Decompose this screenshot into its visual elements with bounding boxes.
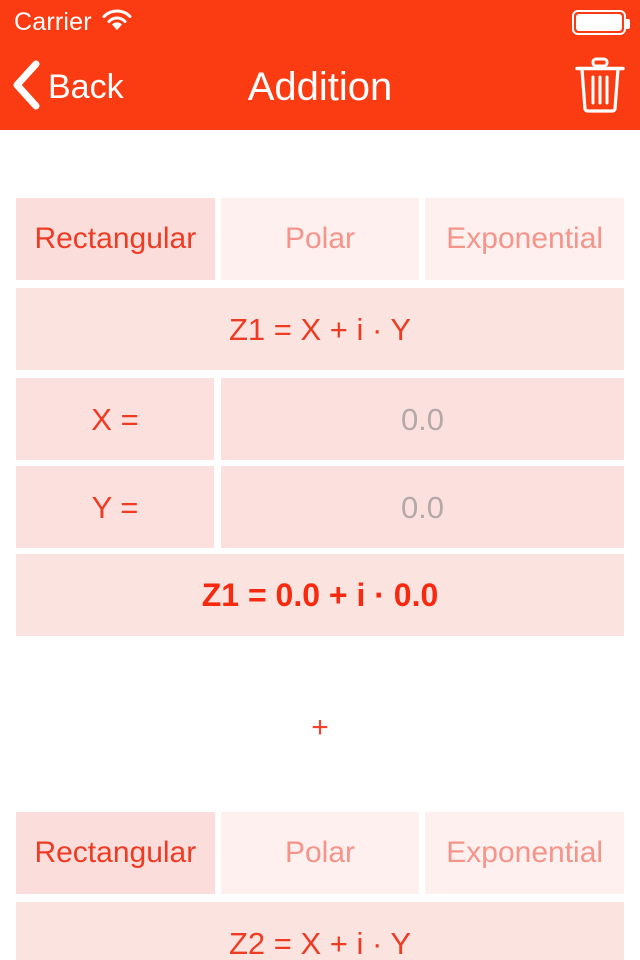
wifi-icon: [102, 9, 132, 36]
operand1-field-y-row: Y = 0.0: [16, 466, 624, 548]
status-bar: Carrier: [0, 0, 640, 44]
delete-button[interactable]: [574, 44, 626, 130]
operand1-segment-exponential[interactable]: Exponential: [425, 198, 625, 280]
operand1-y-placeholder: 0.0: [400, 489, 445, 525]
carrier-label: Carrier: [14, 7, 92, 36]
operand1-y-label: Y =: [16, 466, 214, 548]
operand1-x-placeholder: 0.0: [400, 401, 445, 437]
operand1-segment-rectangular[interactable]: Rectangular: [16, 198, 215, 280]
navigation-bar: Back Addition: [0, 44, 640, 130]
operand2-segment-exponential[interactable]: Exponential: [425, 812, 625, 894]
battery-fill: [576, 13, 622, 31]
operand1-y-input[interactable]: 0.0: [221, 466, 624, 548]
operand2-format-segmented-control[interactable]: Rectangular Polar Exponential: [16, 812, 625, 894]
operand1-format-segmented-control[interactable]: Rectangular Polar Exponential: [16, 198, 625, 280]
operand1-segment-polar[interactable]: Polar: [220, 198, 420, 280]
battery-icon: [572, 9, 630, 35]
operand1-field-x-row: X = 0.0: [16, 378, 624, 460]
page-title: Addition: [247, 65, 393, 109]
app-screen: Carrier Back Addition Rectangular Polar …: [0, 0, 640, 960]
battery-nub: [626, 18, 630, 29]
operand2-segment-polar[interactable]: Polar: [220, 812, 420, 894]
operand1-result: Z1 = 0.0 + i · 0.0: [16, 554, 624, 636]
trash-icon: [574, 56, 626, 119]
operand1-x-input[interactable]: 0.0: [221, 378, 624, 460]
content-area: Rectangular Polar Exponential Z1 = X + i…: [0, 130, 640, 960]
operand2-formula: Z2 = X + i · Y: [16, 902, 624, 960]
operator-symbol: +: [311, 711, 329, 744]
operand2-segment-rectangular[interactable]: Rectangular: [16, 812, 215, 894]
operand1-x-label: X =: [16, 378, 214, 460]
operand1-formula: Z1 = X + i · Y: [16, 288, 624, 370]
